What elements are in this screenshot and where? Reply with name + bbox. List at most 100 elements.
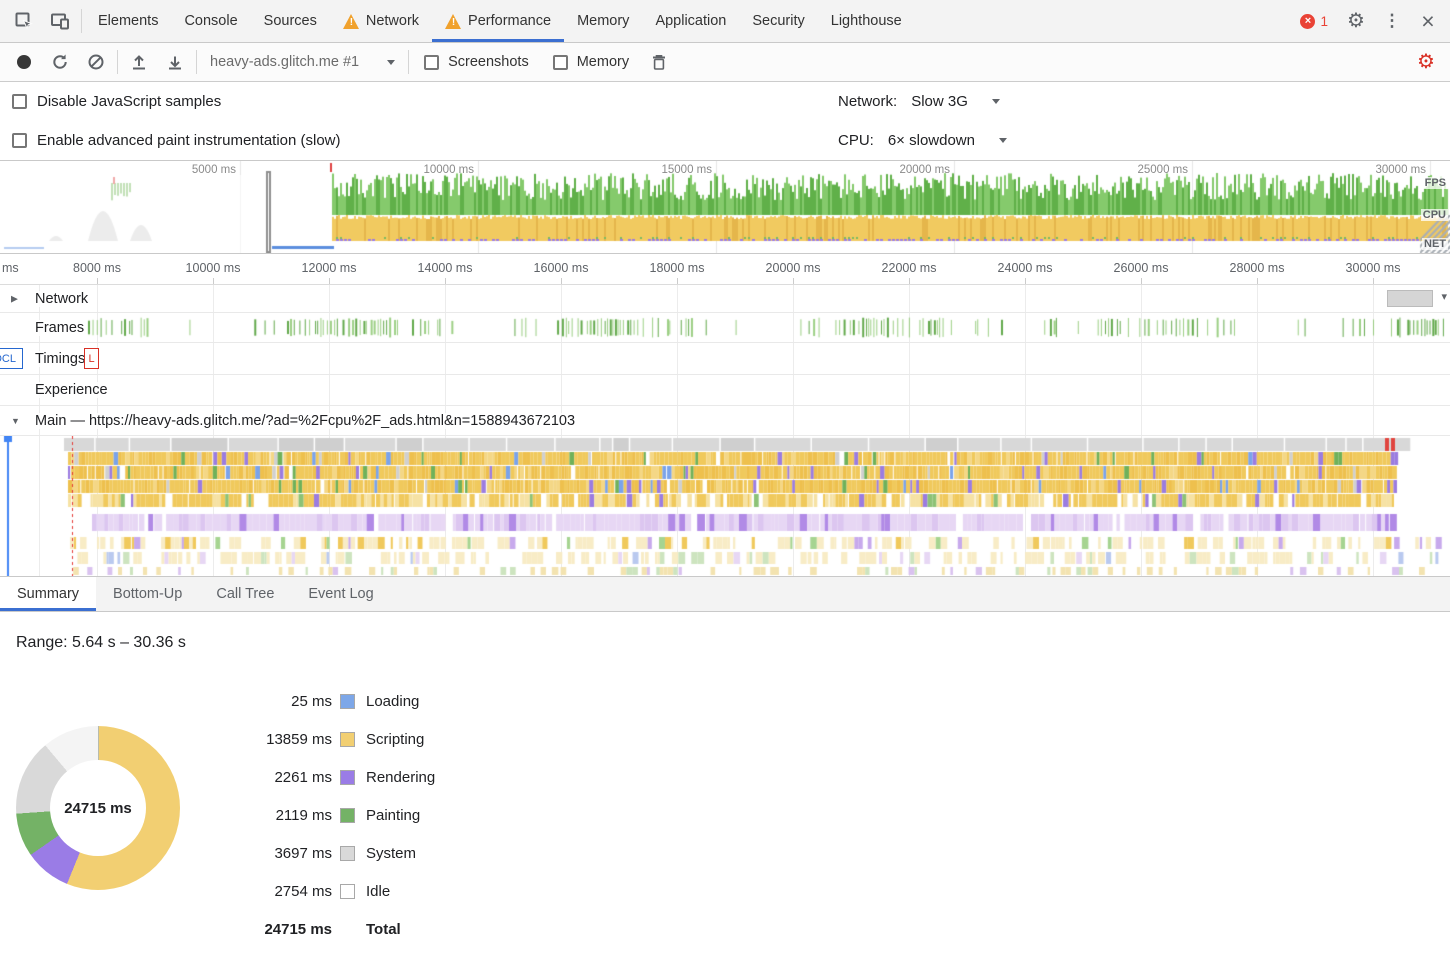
overview-time-label: 20000 ms — [899, 164, 954, 176]
inspect-icon[interactable] — [6, 0, 42, 42]
cpu-throttling-select[interactable]: 6× slowdown — [888, 132, 1007, 149]
timeline-tracks: ▶ Network ▾ Frames DCL Timings L Experie… — [0, 285, 1450, 576]
legend-row-rendering: 2261 msRendering — [222, 758, 435, 796]
kebab-menu-icon[interactable]: ⋮ — [1374, 0, 1410, 42]
memory-checkbox-group: Memory — [541, 54, 641, 70]
device-toolbar-icon[interactable] — [42, 0, 78, 42]
cpu-lane-label: CPU — [1421, 209, 1448, 221]
ruler-tick — [97, 278, 98, 284]
close-icon[interactable]: × — [1410, 0, 1446, 42]
summary-pane: Range: 5.64 s – 30.36 s 24715 ms 25 msLo… — [0, 612, 1450, 968]
track-experience[interactable]: Experience — [0, 375, 1450, 406]
ruler-label: 18000 ms — [650, 261, 705, 275]
tab-application[interactable]: Application — [642, 0, 739, 42]
overview-time-label: 25000 ms — [1137, 164, 1192, 176]
separator — [196, 50, 197, 74]
legend-label: Total — [366, 921, 401, 938]
donut-hole: 24715 ms — [50, 760, 146, 856]
timeline-ruler[interactable]: ms 8000 ms10000 ms12000 ms14000 ms16000 … — [0, 254, 1450, 285]
enable-paint-checkbox[interactable] — [12, 133, 27, 148]
ruler-label: 8000 ms — [73, 261, 121, 275]
bottom-tab-bottom-up[interactable]: Bottom-Up — [96, 577, 199, 611]
legend-row-painting: 2119 msPainting — [222, 796, 435, 834]
scroll-down-icon[interactable]: ▾ — [1441, 290, 1447, 303]
tab-label: Sources — [264, 13, 317, 29]
clear-icon[interactable] — [78, 43, 114, 81]
legend-label: Loading — [366, 693, 419, 710]
legend-row-scripting: 13859 msScripting — [222, 720, 435, 758]
overview-time-label: 30000 ms — [1375, 164, 1430, 176]
track-main-header[interactable]: ▼ Main — https://heavy-ads.glitch.me/?ad… — [0, 406, 1450, 436]
ruler-label: 22000 ms — [882, 261, 937, 275]
network-throttling-select-group: Network: Slow 3G — [838, 93, 1000, 110]
history-select[interactable]: heavy-ads.glitch.me #1 — [200, 54, 405, 70]
main-flame-chart[interactable] — [0, 436, 1450, 576]
legend-label: Rendering — [366, 769, 435, 786]
tab-sources[interactable]: Sources — [251, 0, 330, 42]
settings-gear-icon[interactable]: ⚙ — [1338, 0, 1374, 42]
tab-console[interactable]: Console — [171, 0, 250, 42]
track-network[interactable]: ▶ Network ▾ — [0, 285, 1450, 313]
capture-settings-gear-icon[interactable]: ⚙ — [1408, 52, 1444, 72]
tab-memory[interactable]: Memory — [564, 0, 642, 42]
load-profile-icon[interactable] — [121, 43, 157, 81]
ruler-label: 14000 ms — [418, 261, 473, 275]
trash-icon[interactable] — [641, 43, 677, 81]
legend-value: 13859 ms — [222, 731, 332, 748]
screenshots-checkbox[interactable] — [424, 55, 439, 70]
tab-network[interactable]: ! Network — [330, 0, 432, 42]
error-badge[interactable]: × 1 — [1290, 14, 1338, 29]
load-event-marker[interactable]: L — [84, 348, 99, 369]
separator — [117, 50, 118, 74]
chevron-down-icon[interactable]: ▼ — [11, 416, 20, 426]
reload-and-record-button[interactable] — [42, 43, 78, 81]
summary-body: 24715 ms 25 msLoading13859 msScripting22… — [0, 676, 1450, 948]
separator — [81, 9, 82, 33]
network-throttling-select[interactable]: Slow 3G — [911, 93, 1000, 110]
legend-row-system: 3697 msSystem — [222, 834, 435, 872]
timings-track-label: Timings — [32, 351, 88, 367]
record-button[interactable] — [6, 43, 42, 81]
legend-row-loading: 25 msLoading — [222, 682, 435, 720]
tab-security[interactable]: Security — [739, 0, 817, 42]
tab-label: Network — [366, 13, 419, 29]
memory-checkbox[interactable] — [553, 55, 568, 70]
tab-label: Application — [655, 13, 726, 29]
legend-row-idle: 2754 msIdle — [222, 872, 435, 910]
disable-js-samples-checkbox[interactable] — [12, 94, 27, 109]
devtools-tabs: Elements Console Sources! Network !Performan… — [85, 0, 915, 42]
overview-time-label: 15000 ms — [661, 164, 716, 176]
fps-lane-label: FPS — [1423, 177, 1448, 189]
legend-swatch — [340, 846, 355, 861]
warning-icon: ! — [343, 14, 360, 29]
save-profile-icon[interactable] — [157, 43, 193, 81]
ruler-tick — [445, 278, 446, 284]
chevron-right-icon[interactable]: ▶ — [11, 293, 18, 304]
ruler-tick — [677, 278, 678, 284]
main-track-label: Main — https://heavy-ads.glitch.me/?ad=%… — [32, 413, 578, 429]
track-timings[interactable]: DCL Timings L — [0, 343, 1450, 375]
cpu-throttling-label: CPU: — [838, 132, 874, 149]
legend-swatch — [340, 732, 355, 747]
tab-elements[interactable]: Elements — [85, 0, 171, 42]
ruler-tick — [213, 278, 214, 284]
chevron-down-icon — [992, 99, 1000, 104]
error-count: 1 — [1320, 14, 1328, 29]
ruler-tick — [329, 278, 330, 284]
track-frames[interactable]: Frames — [0, 313, 1450, 343]
tabbar-left-icons — [0, 0, 78, 42]
capture-settings: Disable JavaScript samples Network: Slow… — [0, 82, 1450, 161]
flame-canvas[interactable] — [0, 436, 1450, 576]
network-request-bar[interactable] — [1387, 290, 1433, 307]
tab-lighthouse[interactable]: Lighthouse — [818, 0, 915, 42]
legend-row-total: 24715 msTotal — [222, 910, 435, 948]
tab-performance[interactable]: !Performance — [432, 0, 564, 42]
tab-label: Lighthouse — [831, 13, 902, 29]
bottom-tab-summary[interactable]: Summary — [0, 577, 96, 611]
legend-swatch — [340, 694, 355, 709]
tab-label: Console — [184, 13, 237, 29]
bottom-tab-call-tree[interactable]: Call Tree — [199, 577, 291, 611]
timeline-overview[interactable]: 5000 ms10000 ms15000 ms20000 ms25000 ms3… — [0, 161, 1450, 254]
bottom-tab-event-log[interactable]: Event Log — [291, 577, 390, 611]
dcl-marker[interactable]: DCL — [0, 348, 23, 369]
